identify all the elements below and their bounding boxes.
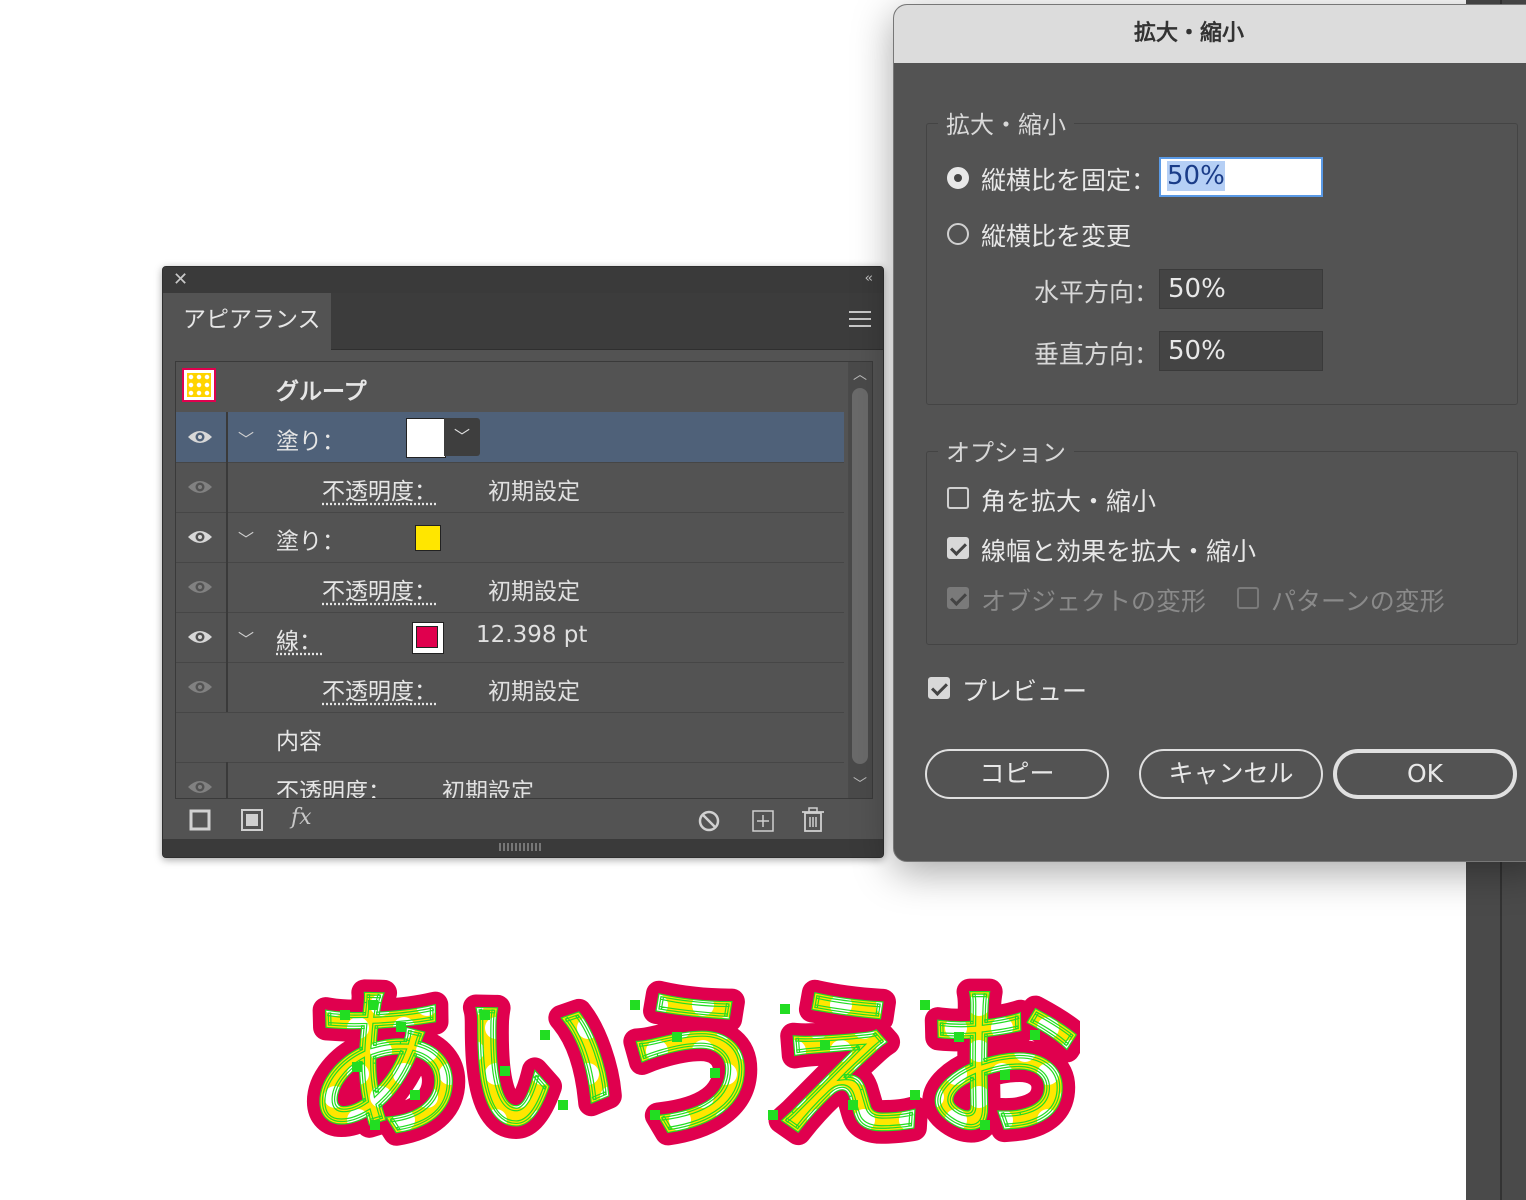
stroke-weight-value[interactable]: 12.398 pt — [476, 622, 587, 648]
transform-patterns-checkbox — [1237, 587, 1259, 609]
fill-swatch-white[interactable] — [406, 418, 446, 458]
uniform-radio[interactable] — [947, 167, 969, 189]
eye-icon[interactable] — [187, 528, 213, 546]
opacity-value: 初期設定 — [488, 672, 580, 706]
swatch-dropdown-chevron-icon[interactable]: ﹀ — [444, 418, 480, 456]
opacity-row[interactable]: 不透明度： 初期設定 — [176, 562, 844, 613]
opacity-label[interactable]: 不透明度： — [322, 672, 437, 706]
contents-label[interactable]: 内容 — [276, 722, 322, 756]
fill-label[interactable]: 塗り： — [276, 522, 345, 556]
scale-corners-label[interactable]: 角を拡大・縮小 — [981, 482, 1156, 518]
opacity-value: 初期設定 — [442, 772, 534, 799]
panel-menu-icon[interactable] — [849, 311, 871, 332]
group-header-row[interactable]: グループ — [176, 362, 844, 413]
scale-strokes-label[interactable]: 線幅と効果を拡大・縮小 — [981, 532, 1256, 568]
fill-row[interactable]: ﹀ 塗り： — [176, 512, 844, 563]
opacity-row[interactable]: 不透明度： 初期設定 — [176, 462, 844, 513]
stroke-row[interactable]: ﹀ 線： 12.398 pt — [176, 612, 844, 663]
scroll-down-icon[interactable]: ﹀ — [853, 774, 867, 794]
transform-objects-checkbox — [947, 587, 969, 609]
artwork-text-group[interactable]: あいうえお あいうえお — [300, 970, 1080, 1160]
copy-button[interactable]: コピー — [925, 749, 1109, 799]
chevron-down-icon[interactable]: ﹀ — [238, 626, 254, 650]
vertical-label: 垂直方向： — [1034, 335, 1159, 371]
transform-patterns-label: パターンの変形 — [1271, 582, 1445, 618]
tab-appearance[interactable]: アピアランス — [163, 293, 331, 350]
appearance-list: グループ ﹀ 塗り： ﹀ 不透明度： 初期設定 ﹀ 塗り： 不透明度： 初期設定 — [175, 361, 873, 799]
opacity-value: 初期設定 — [488, 572, 580, 606]
clear-appearance-icon[interactable] — [697, 809, 721, 833]
opacity-row[interactable]: 不透明度： 初期設定 — [176, 662, 844, 713]
fill-swatch-yellow[interactable] — [415, 525, 441, 551]
group-opacity-row[interactable]: 不透明度： 初期設定 — [176, 762, 844, 799]
group-thumbnail — [182, 368, 216, 402]
stroke-label[interactable]: 線： — [276, 622, 322, 656]
scroll-thumb[interactable] — [852, 388, 868, 764]
eye-icon[interactable] — [187, 478, 213, 496]
ok-button[interactable]: OK — [1333, 749, 1517, 799]
group-label: グループ — [276, 372, 367, 406]
eye-icon[interactable] — [187, 778, 213, 796]
vertical-scale-input[interactable]: 50% — [1159, 331, 1323, 371]
uniform-label[interactable]: 縦横比を固定： — [981, 161, 1156, 197]
dialog-title: 拡大・縮小 — [894, 5, 1526, 63]
eye-icon[interactable] — [187, 628, 213, 646]
preview-checkbox[interactable] — [928, 677, 950, 699]
scrollbar[interactable]: ︿ ﹀ — [848, 362, 872, 798]
eye-icon[interactable] — [187, 428, 213, 446]
fill-row[interactable]: ﹀ 塗り： ﹀ — [176, 412, 844, 463]
cancel-button[interactable]: キャンセル — [1139, 749, 1323, 799]
horizontal-scale-input[interactable]: 50% — [1159, 269, 1323, 309]
panel-titlebar[interactable]: ✕ ‹‹ — [163, 267, 883, 293]
nonuniform-label[interactable]: 縦横比を変更 — [981, 217, 1131, 253]
chevron-down-icon[interactable]: ﹀ — [238, 526, 254, 550]
opacity-label[interactable]: 不透明度： — [322, 572, 437, 606]
uniform-scale-input[interactable]: 50% — [1159, 157, 1323, 197]
duplicate-item-icon[interactable] — [751, 809, 775, 833]
eye-icon[interactable] — [187, 578, 213, 596]
contents-row[interactable]: 内容 — [176, 712, 844, 763]
new-stroke-icon[interactable] — [189, 809, 211, 831]
panel-footer: fx — [163, 797, 883, 841]
horizontal-label: 水平方向： — [1034, 273, 1159, 309]
panel-resize-bar[interactable] — [163, 839, 883, 857]
opacity-value: 初期設定 — [488, 472, 580, 506]
fill-label[interactable]: 塗り： — [276, 422, 345, 456]
new-fill-icon[interactable] — [241, 809, 263, 831]
collapse-icon[interactable]: ‹‹ — [865, 271, 871, 286]
panel-tabbar: アピアランス — [163, 293, 883, 350]
close-icon[interactable]: ✕ — [173, 270, 188, 290]
opacity-label[interactable]: 不透明度： — [322, 472, 437, 506]
appearance-panel: ✕ ‹‹ アピアランス グループ ﹀ 塗り： ﹀ 不透明度： 初期設定 ﹀ 塗り… — [162, 266, 884, 858]
scale-dialog: 拡大・縮小 拡大・縮小 縦横比を固定： 50% 縦横比を変更 水平方向： 50%… — [893, 4, 1526, 862]
scale-strokes-checkbox[interactable] — [947, 537, 969, 559]
nonuniform-radio[interactable] — [947, 223, 969, 245]
scale-corners-checkbox[interactable] — [947, 487, 969, 509]
scale-section-legend: 拡大・縮小 — [938, 105, 1074, 140]
delete-icon[interactable] — [801, 807, 825, 833]
options-section-legend: オプション — [938, 433, 1074, 468]
preview-label[interactable]: プレビュー — [962, 672, 1087, 708]
chevron-down-icon[interactable]: ﹀ — [238, 426, 254, 450]
opacity-label[interactable]: 不透明度： — [276, 772, 391, 799]
artwork-fill-text: あいうえお — [305, 973, 1077, 1160]
transform-objects-label: オブジェクトの変形 — [981, 582, 1206, 618]
stroke-swatch[interactable] — [412, 622, 444, 654]
fx-icon[interactable]: fx — [291, 807, 312, 829]
eye-icon[interactable] — [187, 678, 213, 696]
scroll-up-icon[interactable]: ︿ — [853, 364, 867, 384]
